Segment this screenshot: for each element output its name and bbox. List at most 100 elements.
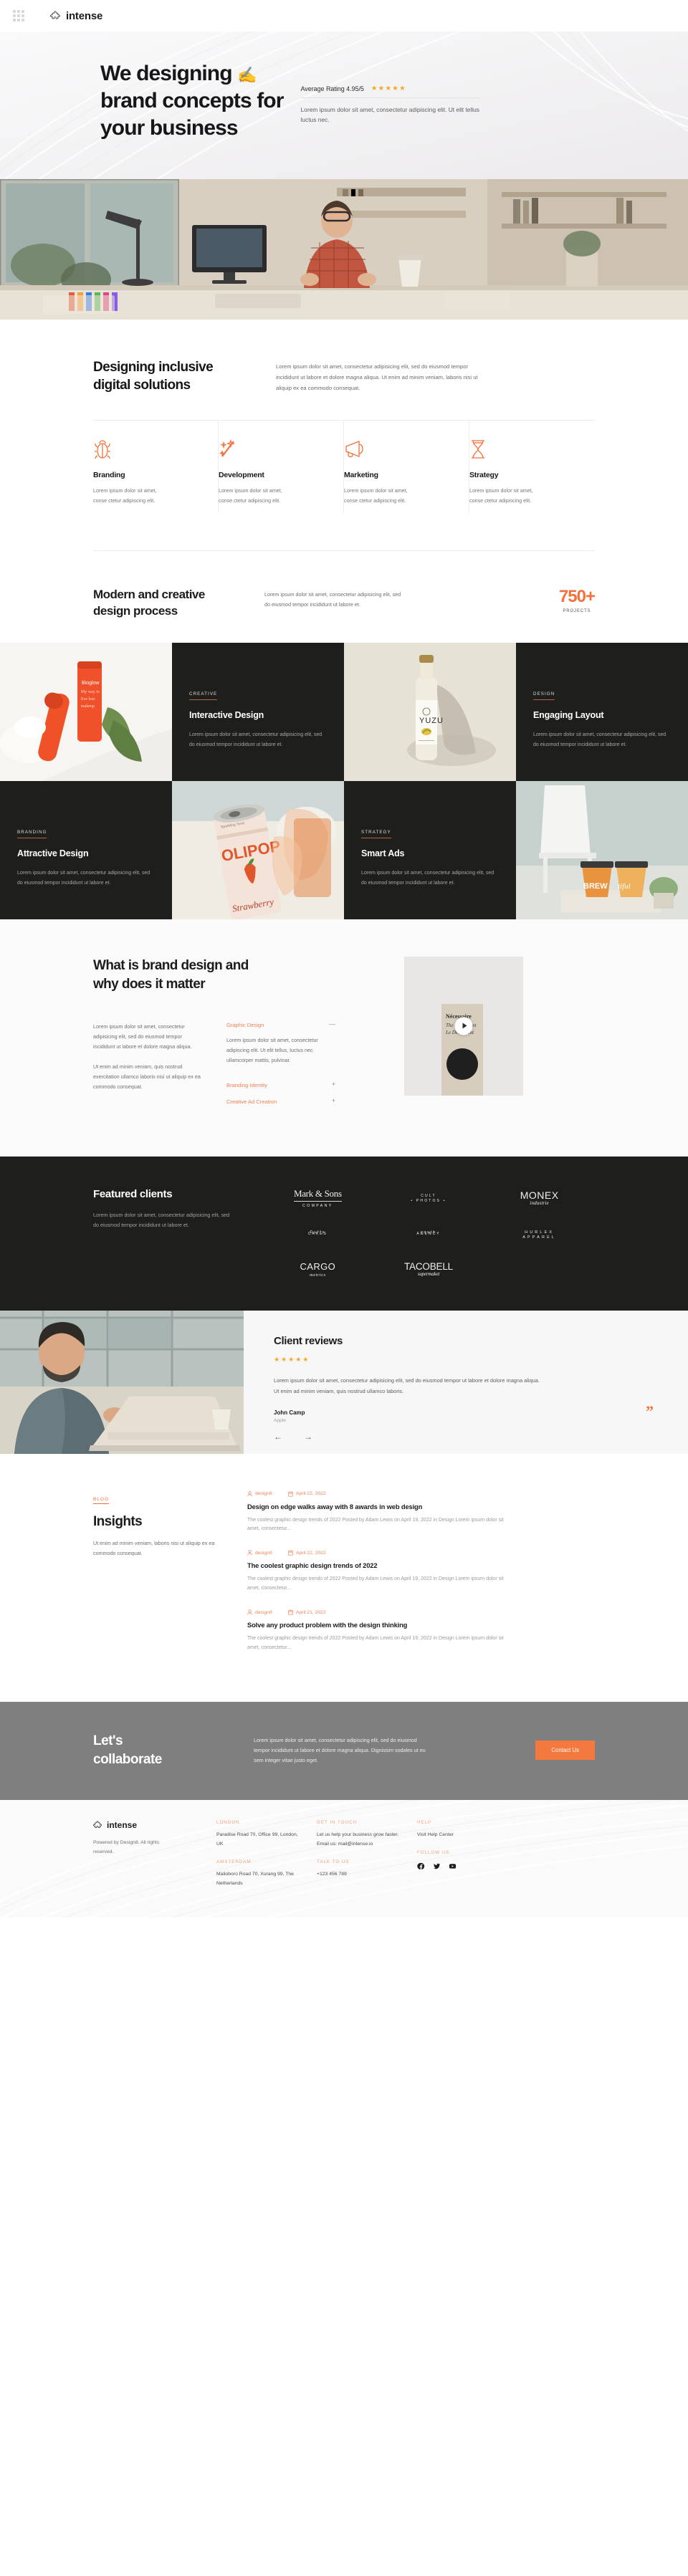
youtube-icon[interactable]: [449, 1861, 457, 1874]
footer-column-offices: LONDON Paradise Road 70, Office 99, Lond…: [216, 1820, 301, 1899]
portfolio-image-cosmetics: Bioglow My way to live less makeup: [0, 642, 172, 781]
calendar-icon: [288, 1609, 293, 1615]
clients-heading: Featured clients: [93, 1187, 173, 1200]
hero-title: We designing ✍️ brand concepts for your …: [100, 60, 284, 141]
footer-phone[interactable]: +123 456 789: [317, 1870, 401, 1880]
blog-post-item[interactable]: design8 April 22, 2022 The coolest graph…: [247, 1550, 595, 1594]
services-heading: Designing inclusive digital solutions: [93, 358, 247, 394]
service-text: Lorem ipsum dolor sit amet, conse ctetur…: [344, 487, 408, 504]
brand-logo[interactable]: intense: [50, 10, 102, 22]
accordion-item-branding-identity[interactable]: Branding Identity +: [226, 1080, 335, 1088]
orange-cosmetics-photo: Bioglow My way to live less makeup: [0, 642, 172, 781]
blog-post-item[interactable]: design8 April 22, 2022 Design on edge wa…: [247, 1490, 595, 1535]
client-logo-sub: COMPANY: [293, 1200, 342, 1208]
app-grid-icon[interactable]: [13, 10, 24, 21]
portfolio-card-smart-ads[interactable]: STRATEGY Smart Ads Lorem ipsum dolor sit…: [344, 780, 516, 919]
accordion-minus-icon: —: [329, 1020, 335, 1028]
post-author-name: design8: [255, 1550, 272, 1556]
portfolio-desc: Lorem ipsum dolor sit amet, consectetur …: [533, 732, 666, 748]
portfolio-grid: Bioglow My way to live less makeup CREAT…: [0, 642, 688, 919]
brand-design-accordion: Graphic Design — Lorem ipsum dolor sit a…: [226, 1020, 335, 1114]
accordion-plus-icon: +: [331, 1096, 335, 1104]
post-date: April 21, 2022: [288, 1609, 326, 1615]
footer-heading-talk-to-us: TALK TO US: [317, 1859, 350, 1865]
portfolio-tag: CREATIVE: [189, 691, 218, 701]
footer-heading-get-in-touch: GET IN TOUCH: [317, 1820, 358, 1826]
twitter-icon[interactable]: [433, 1861, 441, 1874]
footer-column-help: HELP Visit Help Center FOLLOW US: [417, 1820, 457, 1899]
insights-intro: BLOG Insights Ut enim ad minim veniam, l…: [93, 1491, 226, 1670]
service-name: Branding: [93, 471, 125, 480]
cta-heading-line-2: collaborate: [93, 1751, 162, 1767]
review-prev-arrow-icon[interactable]: ←: [274, 1432, 282, 1442]
contact-us-button[interactable]: Contact Us: [535, 1741, 595, 1761]
accordion-plus-icon: +: [331, 1080, 335, 1088]
footer-heading-amsterdam: AMSTERDAM: [216, 1859, 252, 1865]
client-logo-hurlex: HURLEX APPAREL: [522, 1230, 556, 1240]
post-title[interactable]: The coolest graphic design trends of 202…: [247, 1561, 595, 1569]
svg-text:Bioglow: Bioglow: [82, 681, 100, 686]
service-card-strategy[interactable]: Strategy Lorem ipsum dolor sit amet, con…: [469, 421, 595, 513]
play-video-button[interactable]: [454, 1017, 473, 1035]
accordion-item-creative-ad-creation[interactable]: Creative Ad Creation +: [226, 1096, 335, 1105]
process-heading-line-2: design process: [93, 603, 178, 618]
portfolio-image-olipop-can: OLIPOP Strawberry Sparkling Tonic: [172, 780, 344, 919]
process-heading-line-1: Modern and creative: [93, 588, 205, 602]
yuzu-drink-bottle-photo: YUZU: [344, 642, 516, 781]
client-logo-duffy: Duffy CAKES: [308, 1230, 328, 1236]
post-title[interactable]: Solve any product problem with the desig…: [247, 1621, 595, 1629]
brand-design-heading: What is brand design and why does it mat…: [93, 957, 380, 994]
footer-logo[interactable]: intense: [93, 1820, 201, 1830]
footer-help-center-link[interactable]: Visit Help Center: [417, 1831, 457, 1840]
accordion-item-graphic-design[interactable]: Graphic Design —: [226, 1020, 335, 1029]
client-logo-youth: youth AGENCY: [416, 1230, 440, 1236]
client-logo-sub: • PHOTOS •: [411, 1198, 446, 1203]
client-logo-tacobell: TACOBELL supermaket: [404, 1261, 453, 1277]
accordion-label: Graphic Design: [226, 1022, 264, 1029]
portfolio-tag: DESIGN: [533, 691, 555, 701]
process-row: Modern and creative design process Lorem…: [93, 568, 596, 620]
accordion-label: Creative Ad Creation: [226, 1098, 277, 1105]
insights-heading: Insights: [93, 1513, 143, 1529]
client-logo-sub: supermaket: [417, 1271, 440, 1277]
review-next-arrow-icon[interactable]: →: [304, 1432, 312, 1442]
svg-text:makeup: makeup: [81, 704, 95, 709]
facebook-icon[interactable]: [417, 1861, 425, 1874]
post-date: April 22, 2022: [288, 1550, 326, 1556]
services-grid: Branding Lorem ipsum dolor sit amet, con…: [93, 420, 595, 514]
footer-address-london: Paradise Road 70, Office 99, London, UK: [216, 1832, 298, 1847]
brand-design-paragraph-1: Lorem ipsum dolor sit amet, consectetur …: [93, 1023, 192, 1050]
blog-post-item[interactable]: design8 April 21, 2022 Solve any product…: [247, 1609, 595, 1653]
hero-title-line-2: brand concepts for: [100, 88, 284, 112]
post-author: design8: [247, 1490, 272, 1497]
user-icon: [247, 1550, 252, 1556]
service-card-development[interactable]: Development Lorem ipsum dolor sit amet, …: [219, 421, 344, 514]
client-logo-name: TACOBELL: [404, 1261, 453, 1272]
projects-stat: 750+ PROJECTS: [559, 587, 596, 614]
brand-design-video[interactable]: Nécessaire The Deodorant Le Déodorant: [404, 956, 523, 1096]
play-icon: [462, 1023, 467, 1029]
portfolio-card-attractive-design[interactable]: BRANDING Attractive Design Lorem ipsum d…: [0, 780, 172, 919]
review-star-rating-icon: ★★★★★: [274, 1355, 310, 1363]
footer-column-contact: GET IN TOUCH Let us help your business g…: [317, 1820, 401, 1899]
review-carousel-nav: ← →: [274, 1432, 655, 1442]
post-title[interactable]: Design on edge walks away with 8 awards …: [247, 1503, 595, 1510]
service-card-branding[interactable]: Branding Lorem ipsum dolor sit amet, con…: [93, 421, 219, 514]
hero-subtext: Lorem ipsum dolor sit amet, consectetur …: [300, 106, 480, 123]
reviewer-photo: [0, 1310, 244, 1454]
portfolio-desc: Lorem ipsum dolor sit amet, consectetur …: [361, 871, 494, 886]
footer-email-line[interactable]: Let us help your business grow faster. E…: [317, 1831, 401, 1849]
quote-mark-icon: ”: [646, 1402, 654, 1421]
service-card-marketing[interactable]: Marketing Lorem ipsum dolor sit amet, co…: [344, 421, 469, 514]
brand-design-paragraph-2: Ut enim ad minim veniam, quis nostrud ex…: [93, 1063, 201, 1090]
post-author: design8: [247, 1550, 272, 1556]
calendar-icon: [288, 1491, 293, 1496]
services-body-text: Lorem ipsum dolor sit amet, consectetur …: [276, 363, 478, 391]
client-reviews-section: Client reviews ★★★★★ Lorem ipsum dolor s…: [0, 1310, 688, 1454]
service-name: Strategy: [469, 471, 499, 480]
cta-heading-line-1: Let's: [93, 1733, 123, 1749]
portfolio-card-interactive-design[interactable]: CREATIVE Interactive Design Lorem ipsum …: [172, 642, 344, 781]
portfolio-title: Interactive Design: [189, 710, 264, 721]
client-logo-monex: MONEX industrie: [520, 1189, 559, 1206]
portfolio-card-engaging-layout[interactable]: DESIGN Engaging Layout Lorem ipsum dolor…: [516, 642, 688, 781]
